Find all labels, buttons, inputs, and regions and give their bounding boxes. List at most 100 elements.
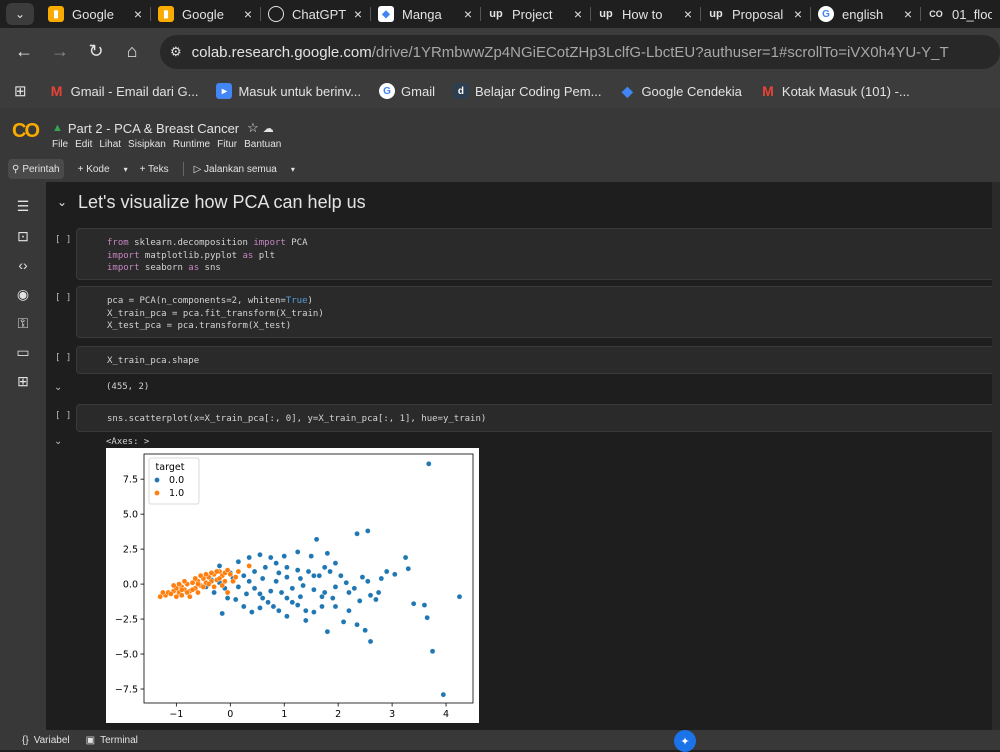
data-point-class-0.0 [440, 691, 447, 698]
data-point-class-0.0 [284, 564, 290, 571]
scrollbar[interactable] [992, 182, 1000, 730]
variables-icon[interactable]: ◉ [13, 284, 33, 304]
browser-tab[interactable]: ▮ Google × [40, 0, 150, 28]
bookmark-item[interactable]: M Kotak Masuk (101) -... [760, 83, 910, 99]
data-point-class-0.0 [270, 603, 277, 610]
menu-edit[interactable]: Edit [75, 139, 92, 150]
notebook-title[interactable]: Part 2 - PCA & Breast Cancer [68, 121, 239, 136]
close-icon[interactable]: × [134, 6, 142, 22]
collapse-chevron-icon[interactable]: ⌄ [46, 195, 78, 209]
close-icon[interactable]: × [244, 6, 252, 22]
cell-code[interactable]: X_train_pca.shape [107, 355, 199, 368]
colab-logo[interactable]: CO [12, 120, 40, 143]
run-cell-button[interactable]: [ ] [55, 293, 71, 303]
data-point-class-0.0 [297, 593, 304, 600]
data-point-class-1.0 [235, 568, 242, 575]
code-cell[interactable]: [ ] sns.scatterplot(x=X_train_pca[:, 0],… [55, 404, 1000, 432]
bookmark-item[interactable]: d Belajar Coding Pem... [452, 83, 601, 99]
reload-icon[interactable]: ↻ [78, 41, 114, 62]
find-icon[interactable]: ⊡ [13, 226, 33, 246]
variables-button[interactable]: {} Variabel [22, 735, 70, 746]
address-bar[interactable]: ⚙ colab.research.google.com /drive/1YRmb… [160, 35, 1000, 69]
browser-tab[interactable]: G english × [810, 0, 920, 28]
bookmark-item[interactable]: ◆ Google Cendekia [619, 83, 742, 99]
chevron-down-icon[interactable]: ▾ [124, 165, 128, 174]
site-info-icon[interactable]: ⚙ [170, 44, 182, 60]
data-point-class-0.0 [278, 589, 285, 596]
divider [182, 162, 184, 176]
browser-tab[interactable]: CO 01_floo [920, 0, 1000, 28]
code-cell[interactable]: [ ] X_train_pca.shape [55, 346, 1000, 374]
terminal-button[interactable]: ▣ Terminal [86, 735, 138, 746]
cell-code[interactable]: from sklearn.decomposition import PCA im… [107, 237, 308, 275]
data-point-class-1.0 [200, 584, 207, 590]
browser-tab[interactable]: ▮ Google × [150, 0, 260, 28]
forward-icon[interactable]: → [42, 41, 78, 62]
data-point-class-0.0 [351, 585, 358, 592]
data-point-class-0.0 [456, 593, 463, 600]
bookmark-item[interactable]: G Gmail [379, 83, 435, 99]
notebook-title-row: ▲ Part 2 - PCA & Breast Cancer ☆ ☁ [52, 120, 274, 136]
run-cell-button[interactable]: [ ] [55, 353, 71, 363]
data-point-class-0.0 [375, 589, 382, 596]
browser-tab[interactable]: up Proposal × [700, 0, 810, 28]
menu-help[interactable]: Bantuan [244, 139, 281, 150]
x-tick-label: 2 [335, 709, 341, 720]
close-icon[interactable]: × [684, 6, 692, 22]
browser-tab[interactable]: ◆ Manga × [370, 0, 480, 28]
key-icon[interactable]: ⚿ [13, 313, 33, 333]
close-icon[interactable]: × [904, 6, 912, 22]
tab-search-button[interactable]: ⌄ [6, 3, 34, 25]
run-all-button[interactable]: ▷ Jalankan semua [190, 159, 281, 179]
bookmark-item[interactable]: ▸ Masuk untuk berinv... [216, 83, 361, 99]
output-chevron-icon[interactable]: ⌄ [54, 382, 62, 393]
code-line: import seaborn as sns [107, 263, 221, 273]
output-text: (455, 2) [106, 382, 150, 392]
data-point-class-1.0 [232, 574, 239, 580]
close-icon[interactable]: × [574, 6, 582, 22]
data-point-class-0.0 [240, 572, 247, 579]
star-icon[interactable]: ☆ [247, 120, 259, 136]
cell-code[interactable]: pca = PCA(n_components=2, whiten=True) X… [107, 295, 324, 333]
browser-tab[interactable]: up Project × [480, 0, 590, 28]
tab-title: ChatGPT [292, 6, 347, 22]
run-cell-button[interactable]: [ ] [55, 411, 71, 421]
terminal-table-icon[interactable]: ⊞ [13, 371, 33, 391]
home-icon[interactable]: ⌂ [114, 41, 150, 62]
address-host: colab.research.google.com [191, 43, 372, 61]
data-point-class-1.0 [246, 563, 252, 569]
add-code-button[interactable]: + Kode [74, 159, 114, 179]
back-icon[interactable]: ← [6, 41, 42, 62]
run-cell-button[interactable]: [ ] [55, 235, 71, 245]
add-text-button[interactable]: + Teks [136, 159, 173, 179]
menu-view[interactable]: Lihat [99, 139, 121, 150]
gemini-button[interactable]: ✦ [674, 730, 696, 752]
output-chevron-icon[interactable]: ⌄ [54, 436, 62, 447]
browser-tab[interactable]: up How to × [590, 0, 700, 28]
data-point-class-0.0 [289, 599, 296, 606]
command-search-button[interactable]: ⚲ Perintah [8, 159, 64, 179]
code-cell[interactable]: [ ] pca = PCA(n_components=2, whiten=Tru… [55, 286, 1000, 338]
close-icon[interactable]: × [794, 6, 802, 22]
data-point-class-0.0 [294, 549, 301, 555]
folder-icon[interactable]: ▭ [13, 342, 33, 362]
chevron-down-icon[interactable]: ▾ [291, 165, 295, 174]
menu-insert[interactable]: Sisipkan [128, 139, 166, 150]
close-icon[interactable]: × [464, 6, 472, 22]
code-snippets-icon[interactable]: ‹› [13, 255, 33, 275]
bookmark-item[interactable]: M Gmail - Email dari G... [49, 83, 199, 99]
command-search-label: Perintah [22, 163, 60, 175]
close-icon[interactable]: × [354, 6, 362, 22]
apps-icon[interactable]: ⊞ [14, 82, 27, 100]
menu-runtime[interactable]: Runtime [173, 139, 210, 150]
sparkle-icon: ✦ [680, 735, 690, 748]
cell-code[interactable]: sns.scatterplot(x=X_train_pca[:, 0], y=X… [107, 413, 486, 426]
data-point-class-0.0 [378, 575, 385, 582]
code-cell[interactable]: [ ] from sklearn.decomposition import PC… [55, 228, 1000, 280]
x-tick-label: 0 [227, 709, 233, 720]
menu-file[interactable]: File [52, 139, 68, 150]
menu-tools[interactable]: Fitur [217, 139, 237, 150]
data-point-class-0.0 [297, 575, 304, 582]
browser-tab[interactable]: ChatGPT × [260, 0, 370, 28]
table-of-contents-icon[interactable]: ☰ [13, 196, 33, 216]
